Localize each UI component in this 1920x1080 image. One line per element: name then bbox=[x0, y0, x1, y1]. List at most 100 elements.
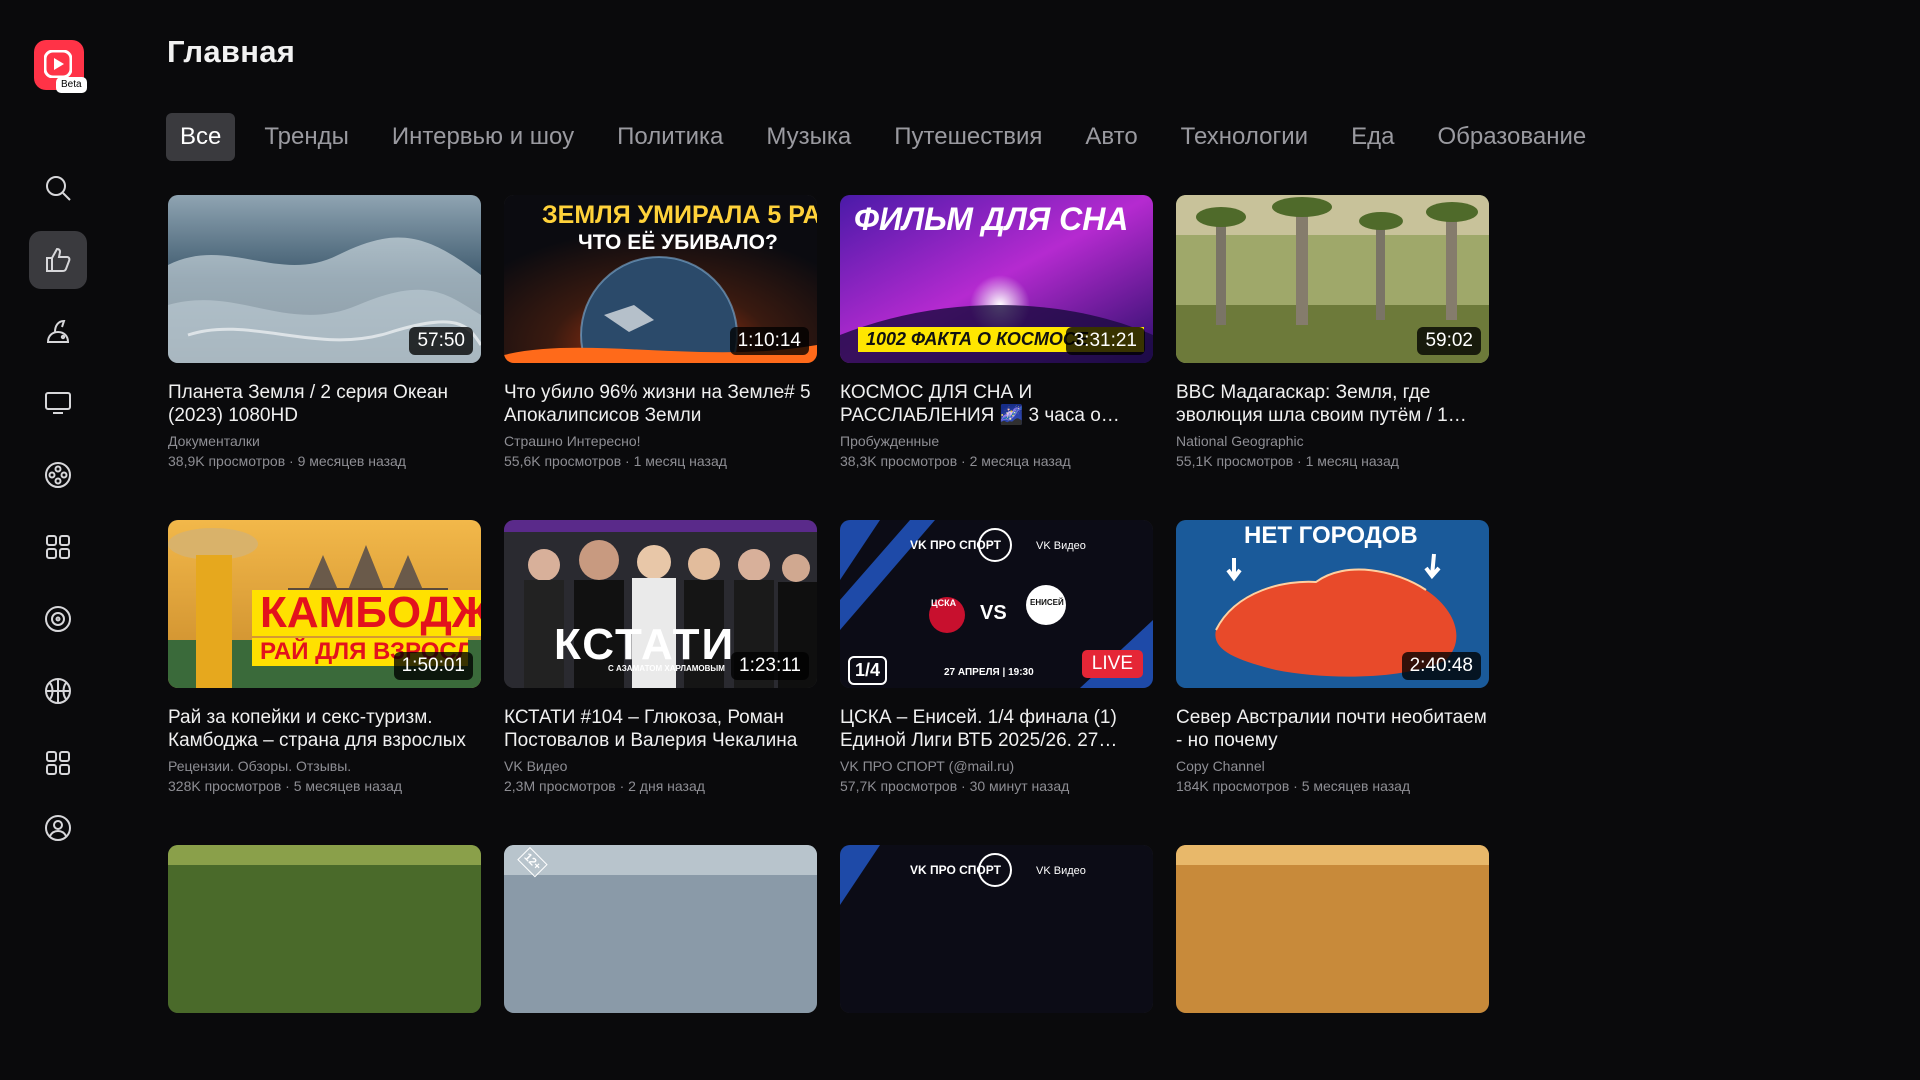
video-thumbnail[interactable]: ЗЕМЛЯ УМИРАЛА 5 РАЗ ЧТО ЕЁ УБИВАЛО? 1:10… bbox=[504, 195, 817, 363]
video-duration: 2:40:48 bbox=[1401, 652, 1481, 680]
video-card[interactable] bbox=[168, 845, 481, 1013]
video-title[interactable]: ЦСКА – Енисей. 1/4 финала (1) Единой Лиг… bbox=[840, 706, 1153, 752]
video-thumbnail[interactable]: КАМБОДЖА РАЙ ДЛЯ ВЗРОСЛЫХ 1:50:01 bbox=[168, 520, 481, 688]
jungle-temple-image bbox=[168, 845, 481, 1013]
video-duration: 1:50:01 bbox=[393, 652, 473, 680]
kids-icon bbox=[46, 319, 70, 343]
video-card[interactable] bbox=[1176, 845, 1489, 1013]
nav-movies[interactable] bbox=[29, 446, 87, 504]
video-meta: 55,1K просмотров · 1 месяц назад bbox=[1176, 453, 1399, 469]
video-title[interactable]: BBC Мадагаскар: Земля, где эволюция шла … bbox=[1176, 381, 1489, 427]
channel-name[interactable]: Copy Channel bbox=[1176, 758, 1489, 774]
video-title[interactable]: Рай за копейки и секс-туризм. Камбоджа –… bbox=[168, 706, 481, 752]
video-thumbnail[interactable] bbox=[168, 845, 481, 1013]
tv-icon bbox=[45, 392, 71, 414]
video-duration: 1:10:14 bbox=[729, 327, 809, 355]
thumbs-up-icon bbox=[46, 247, 71, 272]
video-meta: 57,7K просмотров · 30 минут назад bbox=[840, 778, 1070, 794]
page-title: Главная bbox=[167, 34, 296, 69]
tab-trends[interactable]: Тренды bbox=[250, 113, 363, 161]
video-thumbnail[interactable]: 12+ bbox=[504, 845, 817, 1013]
video-card[interactable]: VK ПРО СПОРТ VK Видео bbox=[840, 845, 1153, 1013]
category-tabs: Все Тренды Интервью и шоу Политика Музык… bbox=[166, 113, 1615, 161]
channel-name[interactable]: Страшно Интересно! bbox=[504, 433, 817, 449]
channel-name[interactable]: National Geographic bbox=[1176, 433, 1489, 449]
video-card[interactable]: КСТАТИ С АЗАМАТОМ ХАРЛАМОВЫМ 1:23:11 КСТ… bbox=[504, 520, 817, 794]
thumbnail-headline: НЕТ ГОРОДОВ bbox=[1244, 522, 1418, 549]
grid-icon bbox=[46, 535, 70, 559]
nav-apps[interactable] bbox=[29, 734, 87, 792]
video-thumbnail[interactable]: VK ПРО СПОРТ VK Видео bbox=[840, 845, 1153, 1013]
search-icon bbox=[46, 176, 71, 201]
video-card[interactable]: 57:50 Планета Земля / 2 серия Океан (202… bbox=[168, 195, 481, 469]
video-card[interactable]: ЗЕМЛЯ УМИРАЛА 5 РАЗ ЧТО ЕЁ УБИВАЛО? 1:10… bbox=[504, 195, 817, 469]
tab-auto[interactable]: Авто bbox=[1071, 113, 1151, 161]
vk-video-brand: VK Видео bbox=[1036, 540, 1086, 552]
tab-education[interactable]: Образование bbox=[1423, 113, 1600, 161]
vk-video-logo[interactable]: Beta bbox=[34, 40, 87, 93]
nav-tv[interactable] bbox=[29, 374, 87, 432]
video-meta: 38,9K просмотров · 9 месяцев назад bbox=[168, 453, 406, 469]
stage-badge: 1/4 bbox=[848, 656, 888, 685]
tab-food[interactable]: Еда bbox=[1337, 113, 1408, 161]
video-meta: 184K просмотров · 5 месяцев назад bbox=[1176, 778, 1411, 794]
vk-sport-logo: VK ПРО СПОРТ bbox=[910, 538, 1001, 552]
apps-icon bbox=[46, 751, 70, 775]
channel-name[interactable]: VK Видео bbox=[504, 758, 817, 774]
nav-recommendations[interactable] bbox=[29, 231, 87, 289]
tab-interviews[interactable]: Интервью и шоу bbox=[378, 113, 588, 161]
video-card[interactable]: 12+ bbox=[504, 845, 817, 1013]
video-thumbnail[interactable]: КСТАТИ С АЗАМАТОМ ХАРЛАМОВЫМ 1:23:11 bbox=[504, 520, 817, 688]
video-thumbnail[interactable]: 59:02 bbox=[1176, 195, 1489, 363]
video-meta: 38,3K просмотров · 2 месяца назад bbox=[840, 453, 1071, 469]
video-title[interactable]: Планета Земля / 2 серия Океан (2023) 108… bbox=[168, 381, 481, 427]
channel-name[interactable]: VK ПРО СПОРТ (@mail.ru) bbox=[840, 758, 1153, 774]
team-enisey-label: ЕНИСЕЙ bbox=[1030, 598, 1064, 607]
tab-music[interactable]: Музыка bbox=[752, 113, 865, 161]
nav-live[interactable] bbox=[29, 590, 87, 648]
video-thumbnail[interactable]: ФИЛЬМ ДЛЯ СНА 1002 ФАКТА О КОСМОСЕ 3:31:… bbox=[840, 195, 1153, 363]
basketball-icon bbox=[45, 678, 71, 704]
video-meta: 55,6K просмотров · 1 месяц назад bbox=[504, 453, 727, 469]
play-logo-icon bbox=[44, 50, 72, 78]
video-thumbnail[interactable]: НЕТ ГОРОДОВ 2:40:48 bbox=[1176, 520, 1489, 688]
tab-politics[interactable]: Политика bbox=[603, 113, 737, 161]
nav-catalog[interactable] bbox=[29, 518, 87, 576]
vk-sport-logo: VK ПРО СПОРТ bbox=[910, 863, 1001, 877]
video-title[interactable]: Север Австралии почти необитаем - но поч… bbox=[1176, 706, 1489, 752]
nav-sport[interactable] bbox=[29, 662, 87, 720]
video-duration: 1:23:11 bbox=[731, 652, 809, 680]
video-card[interactable]: ФИЛЬМ ДЛЯ СНА 1002 ФАКТА О КОСМОСЕ 3:31:… bbox=[840, 195, 1153, 469]
video-duration: 3:31:21 bbox=[1065, 327, 1145, 355]
video-thumbnail[interactable]: 57:50 bbox=[168, 195, 481, 363]
tab-tech[interactable]: Технологии bbox=[1167, 113, 1322, 161]
thumbnail-subheadline: ЧТО ЕЁ УБИВАЛО? bbox=[578, 231, 778, 254]
video-card[interactable]: VK ПРО СПОРТ VK Видео ЦСКА ЕНИСЕЙ VS 27 … bbox=[840, 520, 1153, 794]
video-duration: 59:02 bbox=[1417, 327, 1481, 355]
tab-all[interactable]: Все bbox=[166, 113, 236, 161]
nav-search[interactable] bbox=[29, 159, 87, 217]
channel-name[interactable]: Пробужденные bbox=[840, 433, 1153, 449]
video-title[interactable]: КСТАТИ #104 – Глюкоза, Роман Постовалов … bbox=[504, 706, 817, 752]
thumbnail-headline: КАМБОДЖА bbox=[252, 590, 481, 636]
video-card[interactable]: 59:02 BBC Мадагаскар: Земля, где эволюци… bbox=[1176, 195, 1489, 469]
cityscape-image bbox=[504, 845, 817, 1013]
tab-travel[interactable]: Путешествия bbox=[880, 113, 1056, 161]
channel-name[interactable]: Рецензии. Обзоры. Отзывы. bbox=[168, 758, 481, 774]
video-title[interactable]: КОСМОС ДЛЯ СНА И РАССЛАБЛЕНИЯ 🌌 3 часа о… bbox=[840, 381, 1153, 427]
video-card[interactable]: КАМБОДЖА РАЙ ДЛЯ ВЗРОСЛЫХ 1:50:01 Рай за… bbox=[168, 520, 481, 794]
nav-profile[interactable] bbox=[29, 799, 87, 857]
video-thumbnail[interactable]: VK ПРО СПОРТ VK Видео ЦСКА ЕНИСЕЙ VS 27 … bbox=[840, 520, 1153, 688]
thumbnail-headline: КСТАТИ bbox=[554, 620, 736, 669]
live-badge: LIVE bbox=[1081, 650, 1143, 678]
sidebar: Beta bbox=[0, 0, 120, 882]
thumbnail-subheadline: С АЗАМАТОМ ХАРЛАМОВЫМ bbox=[608, 664, 725, 673]
video-title[interactable]: Что убило 96% жизни на Земле# 5 Апокалип… bbox=[504, 381, 817, 427]
film-reel-icon bbox=[45, 462, 71, 488]
channel-name[interactable]: Документалки bbox=[168, 433, 481, 449]
target-icon bbox=[45, 606, 71, 632]
video-thumbnail[interactable] bbox=[1176, 845, 1489, 1013]
nav-kids[interactable] bbox=[29, 303, 87, 361]
match-datetime: 27 АПРЕЛЯ | 19:30 bbox=[944, 667, 1034, 678]
video-card[interactable]: НЕТ ГОРОДОВ 2:40:48 Север Австралии почт… bbox=[1176, 520, 1489, 794]
